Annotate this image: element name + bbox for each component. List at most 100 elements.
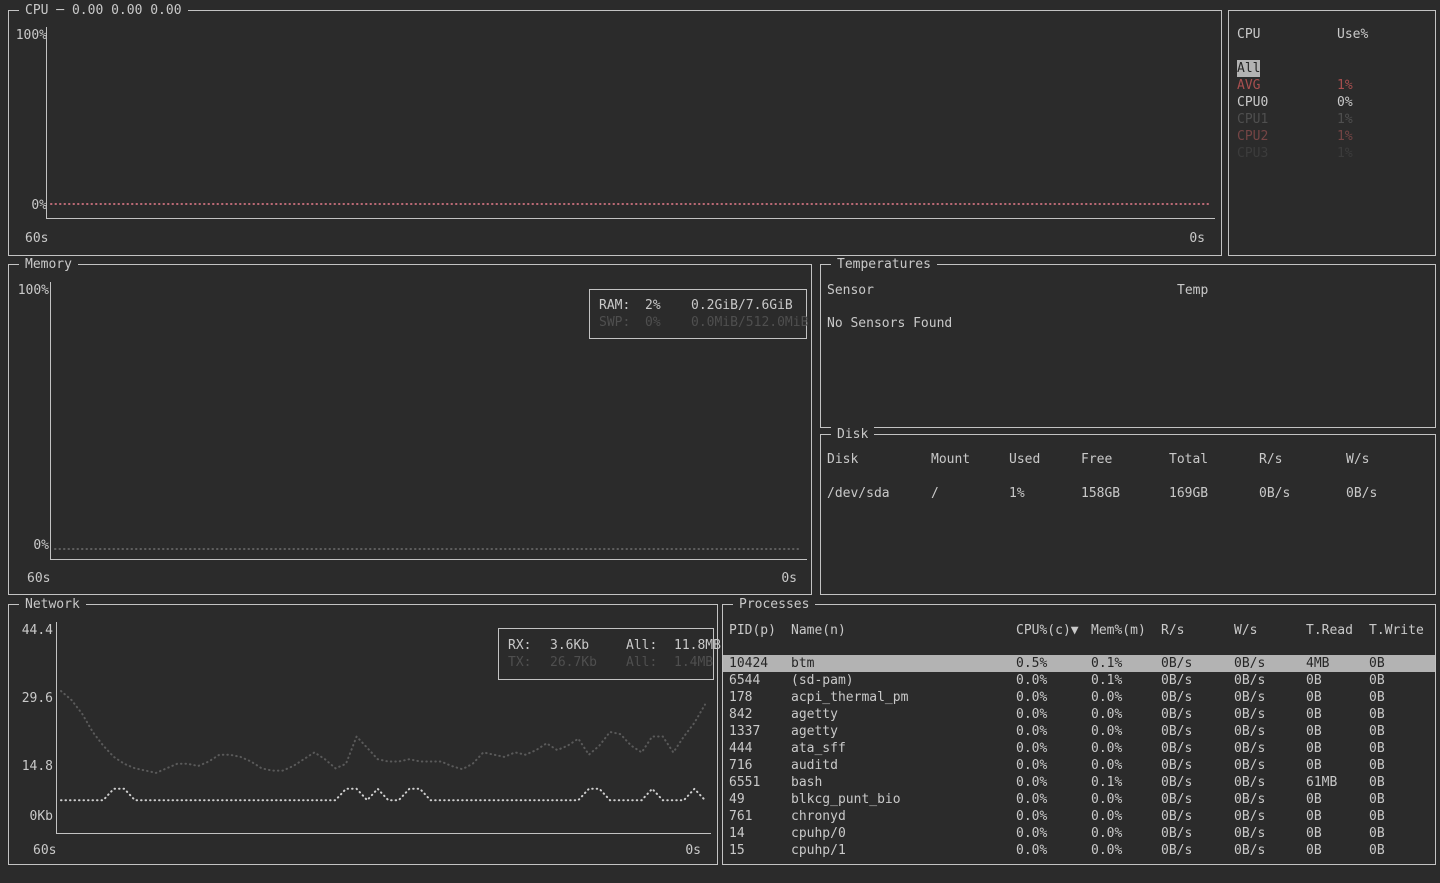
process-cell: 0B/s	[1234, 791, 1306, 808]
cpu-legend-row-avg[interactable]: AVG1%	[1229, 77, 1429, 94]
process-row-acpi_thermal_pm[interactable]: 178acpi_thermal_pm0.0%0.0%0B/s0B/s0B0B	[723, 689, 1435, 706]
proc-col-rs[interactable]: R/s	[1161, 622, 1234, 639]
process-cell: 4MB	[1306, 655, 1369, 672]
disk-panel[interactable]: Disk Disk Mount Used Free Total R/s W/s …	[820, 434, 1436, 595]
disk-col-rs[interactable]: R/s	[1259, 451, 1346, 468]
process-cell: 0B/s	[1234, 689, 1306, 706]
disk-col-disk[interactable]: Disk	[827, 451, 931, 468]
process-cell: 0B	[1369, 723, 1435, 740]
process-cell: 0B/s	[1234, 655, 1306, 672]
process-cell: 0B/s	[1234, 672, 1306, 689]
process-cell: 15	[729, 842, 791, 859]
process-rows: 10424btm0.5%0.1%0B/s0B/s4MB0B6544(sd-pam…	[723, 655, 1435, 859]
disk-rows: /dev/sda/1%158GB169GB0B/s0B/s	[821, 485, 1431, 502]
proc-col-mem[interactable]: Mem%(m)	[1091, 622, 1161, 639]
cpu-legend-panel[interactable]: CPU Use% AllAVG1%CPU00%CPU11%CPU21%CPU31…	[1228, 10, 1436, 256]
temperatures-col-sensor[interactable]: Sensor	[827, 282, 874, 299]
proc-col-name[interactable]: Name(n)	[791, 622, 1016, 639]
process-row-agetty[interactable]: 842agetty0.0%0.0%0B/s0B/s0B0B	[723, 706, 1435, 723]
process-row-(sd-pam)[interactable]: 6544(sd-pam)0.0%0.1%0B/s0B/s0B0B	[723, 672, 1435, 689]
process-cell: 0.1%	[1091, 774, 1161, 791]
process-cell: 0.1%	[1091, 655, 1161, 672]
process-row-blkcg_punt_bio[interactable]: 49blkcg_punt_bio0.0%0.0%0B/s0B/s0B0B	[723, 791, 1435, 808]
process-cell: 0B/s	[1234, 842, 1306, 859]
process-cell: agetty	[791, 723, 1016, 740]
process-row-cpuhp/0[interactable]: 14cpuhp/00.0%0.0%0B/s0B/s0B0B	[723, 825, 1435, 842]
disk-col-free[interactable]: Free	[1081, 451, 1169, 468]
process-row-chronyd[interactable]: 761chronyd0.0%0.0%0B/s0B/s0B0B	[723, 808, 1435, 825]
process-cell: 0B/s	[1234, 825, 1306, 842]
rx-all-value: 11.8MB	[674, 637, 721, 654]
proc-col-cpu-sort-desc[interactable]: CPU%(c)▼	[1016, 622, 1091, 639]
process-cell: acpi_thermal_pm	[791, 689, 1016, 706]
disk-row[interactable]: /dev/sda/1%158GB169GB0B/s0B/s	[821, 485, 1431, 502]
process-row-agetty[interactable]: 1337agetty0.0%0.0%0B/s0B/s0B0B	[723, 723, 1435, 740]
cpu-legend-value: 1%	[1337, 128, 1429, 145]
proc-col-twrite[interactable]: T.Write	[1369, 622, 1431, 639]
cpu-legend-label: All	[1237, 60, 1260, 77]
process-row-btm[interactable]: 10424btm0.5%0.1%0B/s0B/s4MB0B	[723, 655, 1435, 672]
disk-cell: 158GB	[1081, 485, 1169, 502]
process-cell: auditd	[791, 757, 1016, 774]
processes-panel[interactable]: Processes PID(p) Name(n) CPU%(c)▼ Mem%(m…	[722, 604, 1436, 865]
memory-chart-panel[interactable]: Memory 100% 0% 60s 0s RAM: 2% 0.2GiB/7.6…	[8, 264, 812, 595]
cpu-legend-row-cpu2[interactable]: CPU21%	[1229, 128, 1429, 145]
cpu-legend-row-cpu3[interactable]: CPU31%	[1229, 145, 1429, 162]
proc-col-ws[interactable]: W/s	[1234, 622, 1306, 639]
process-cell: 10424	[729, 655, 791, 672]
process-cell: 0B/s	[1234, 774, 1306, 791]
process-cell: 0.0%	[1016, 757, 1091, 774]
cpu-legend-row-all[interactable]: All	[1229, 60, 1429, 77]
process-cell: 0B	[1369, 689, 1435, 706]
disk-col-used[interactable]: Used	[1009, 451, 1081, 468]
process-cell: 761	[729, 808, 791, 825]
process-row-bash[interactable]: 6551bash0.0%0.1%0B/s0B/s61MB0B	[723, 774, 1435, 791]
process-cell: bash	[791, 774, 1016, 791]
disk-col-mount[interactable]: Mount	[931, 451, 1009, 468]
process-row-auditd[interactable]: 716auditd0.0%0.0%0B/s0B/s0B0B	[723, 757, 1435, 774]
process-cell: 444	[729, 740, 791, 757]
cpu-legend-value: 0%	[1337, 94, 1429, 111]
process-cell: 716	[729, 757, 791, 774]
process-cell: 0B/s	[1161, 655, 1234, 672]
cpu-legend-row-cpu0[interactable]: CPU00%	[1229, 94, 1429, 111]
rx-value: 3.6Kb	[550, 637, 626, 654]
cpu-chart-panel[interactable]: CPU ─ 0.00 0.00 0.00 100% 0% 60s 0s	[8, 10, 1222, 256]
disk-col-ws[interactable]: W/s	[1346, 451, 1431, 468]
proc-col-pid[interactable]: PID(p)	[729, 622, 791, 639]
process-cell: 0B	[1369, 842, 1435, 859]
processes-header-row: PID(p) Name(n) CPU%(c)▼ Mem%(m) R/s W/s …	[723, 622, 1431, 639]
process-cell: 0.0%	[1016, 672, 1091, 689]
process-cell: 0.0%	[1016, 825, 1091, 842]
process-row-cpuhp/1[interactable]: 15cpuhp/10.0%0.0%0B/s0B/s0B0B	[723, 842, 1435, 859]
process-cell: 0.0%	[1091, 689, 1161, 706]
cpu-legend-col-use: Use%	[1337, 26, 1429, 43]
network-rx-row: RX: 3.6Kb All: 11.8MB	[499, 637, 713, 654]
process-cell: 0B/s	[1234, 723, 1306, 740]
process-cell: 0B	[1306, 757, 1369, 774]
process-row-ata_sff[interactable]: 444ata_sff0.0%0.0%0B/s0B/s0B0B	[723, 740, 1435, 757]
process-cell: 49	[729, 791, 791, 808]
disk-col-total[interactable]: Total	[1169, 451, 1259, 468]
tx-all-label: All:	[626, 654, 674, 671]
cpu-legend-row-cpu1[interactable]: CPU11%	[1229, 111, 1429, 128]
process-cell: 6544	[729, 672, 791, 689]
network-chart-panel[interactable]: Network 44.4 29.6 14.8 0Kb 60s 0s RX: 3.…	[8, 604, 718, 865]
process-cell: 0B	[1306, 706, 1369, 723]
proc-col-tread[interactable]: T.Read	[1306, 622, 1369, 639]
process-cell: 0.0%	[1016, 774, 1091, 791]
network-legend-box: RX: 3.6Kb All: 11.8MB TX: 26.7Kb All: 1.…	[498, 628, 714, 680]
swp-pct: 0%	[645, 314, 691, 331]
process-cell: 0B/s	[1234, 757, 1306, 774]
process-cell: 0.0%	[1016, 740, 1091, 757]
cpu-usage-plot[interactable]	[9, 11, 1221, 255]
temperatures-panel[interactable]: Temperatures Sensor Temp No Sensors Foun…	[820, 264, 1436, 428]
cpu-legend-label: CPU1	[1237, 111, 1337, 128]
disk-cell: 0B/s	[1259, 485, 1346, 502]
temperatures-panel-title: Temperatures	[831, 256, 937, 273]
temperatures-col-temp[interactable]: Temp	[1177, 282, 1208, 299]
disk-header-row: Disk Mount Used Free Total R/s W/s	[821, 451, 1431, 468]
process-cell: cpuhp/1	[791, 842, 1016, 859]
process-cell: 0B	[1306, 808, 1369, 825]
process-cell: 0B	[1369, 825, 1435, 842]
